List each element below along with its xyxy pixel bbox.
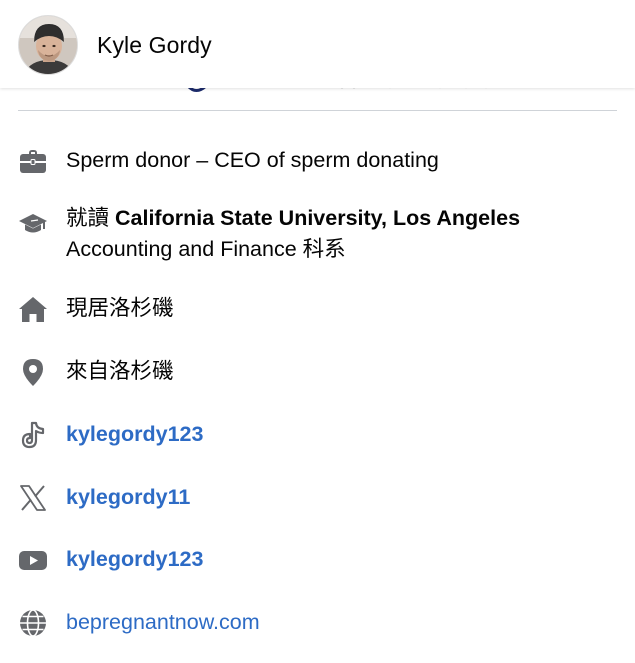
home-icon	[18, 294, 48, 324]
briefcase-icon	[18, 146, 48, 176]
detail-website[interactable]: bepregnantnow.com	[0, 606, 635, 640]
profile-header: Kyle Gordy	[0, 0, 635, 88]
tiktok-icon	[18, 420, 48, 450]
work-text: Sperm donor – CEO of sperm donating	[66, 148, 439, 172]
education-prefix: 就讀	[66, 206, 110, 230]
location-pin-icon	[18, 357, 48, 387]
school-link[interactable]: California State University, Los Angeles	[115, 206, 520, 230]
detail-youtube[interactable]: kylegordy123	[0, 543, 635, 577]
current-city-text: 現居洛杉磯	[66, 296, 174, 320]
detail-x[interactable]: kylegordy11	[0, 481, 635, 515]
avatar-image	[19, 16, 77, 74]
profile-intro-page: Kyle Gordy Sperm donor – CEO of sperm do…	[0, 0, 635, 663]
education-line: 就讀 California State University, Los Ange…	[66, 203, 520, 234]
graduation-cap-icon	[18, 208, 48, 238]
youtube-link[interactable]: kylegordy123	[66, 544, 203, 575]
detail-education: 就讀 California State University, Los Ange…	[0, 202, 635, 266]
avatar[interactable]	[18, 15, 78, 75]
detail-hometown: 來自洛杉磯	[0, 355, 635, 389]
globe-icon	[18, 608, 48, 638]
x-link[interactable]: kylegordy11	[66, 482, 190, 513]
detail-tiktok[interactable]: kylegordy123	[0, 418, 635, 452]
section-divider	[18, 110, 617, 111]
tiktok-link[interactable]: kylegordy123	[66, 419, 203, 450]
hometown-text: 來自洛杉磯	[66, 359, 174, 383]
youtube-icon	[18, 545, 48, 575]
profile-name[interactable]: Kyle Gordy	[97, 31, 212, 59]
detail-current-city: 現居洛杉磯	[0, 292, 635, 326]
website-link[interactable]: bepregnantnow.com	[66, 607, 260, 638]
education-field: Accounting and Finance 科系	[66, 237, 346, 261]
x-logo-icon	[18, 483, 48, 513]
detail-work: Sperm donor – CEO of sperm donating	[0, 144, 635, 178]
